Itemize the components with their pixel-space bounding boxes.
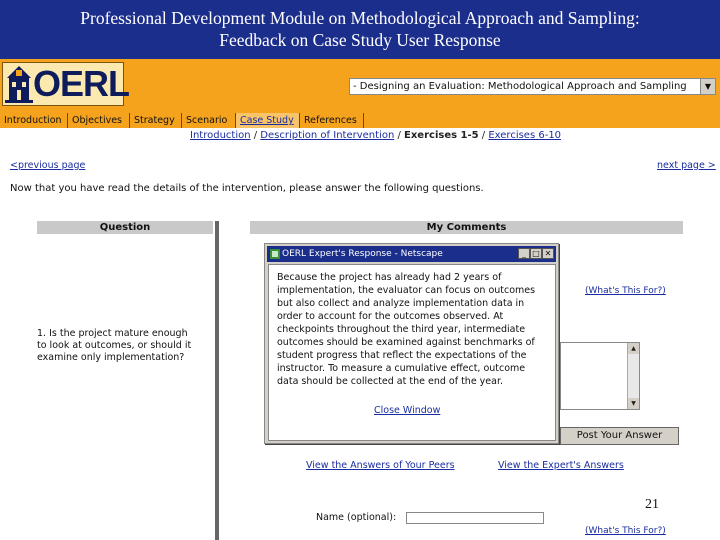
- breadcrumb-separator: /: [478, 130, 489, 141]
- breadcrumb-introduction[interactable]: Introduction: [190, 130, 251, 141]
- netscape-icon: [270, 249, 280, 259]
- window-title-bar[interactable]: OERL Expert's Response - Netscape _ □ ✕: [267, 246, 556, 262]
- question-1-text: 1. Is the project mature enough to look …: [37, 328, 192, 363]
- tab-case-study[interactable]: Case Study: [236, 113, 300, 128]
- comments-scrollbar[interactable]: ▲ ▼: [627, 343, 639, 409]
- breadcrumb-separator: /: [250, 130, 261, 141]
- view-expert-answers-link[interactable]: View the Expert's Answers: [498, 460, 624, 471]
- slide-page-number: 21: [645, 497, 659, 512]
- instruction-text: Now that you have read the details of th…: [10, 183, 484, 194]
- name-label: Name (optional):: [316, 512, 397, 523]
- schoolhouse-icon: [5, 66, 33, 103]
- column-divider: [215, 221, 219, 540]
- logo-text: OERL: [33, 63, 130, 104]
- slide-title-line-1: Professional Development Module on Metho…: [80, 8, 640, 28]
- whats-this-link[interactable]: (What's This For?): [585, 526, 666, 536]
- window-title: OERL Expert's Response - Netscape: [282, 249, 443, 259]
- chevron-down-icon[interactable]: ▼: [700, 79, 715, 94]
- tab-bar: Introduction Objectives Strategy Scenari…: [0, 113, 720, 128]
- scroll-up-icon[interactable]: ▲: [628, 343, 639, 354]
- window-content: Because the project has already had 2 ye…: [268, 264, 556, 441]
- tab-strategy[interactable]: Strategy: [130, 113, 182, 128]
- breadcrumb-separator: /: [394, 130, 405, 141]
- close-icon[interactable]: ✕: [542, 248, 554, 259]
- breadcrumb-description[interactable]: Description of Intervention: [260, 130, 394, 141]
- comments-column-header: My Comments: [250, 221, 683, 234]
- whats-this-link[interactable]: (What's This For?): [585, 286, 666, 296]
- app-banner: OERL - Designing an Evaluation: Methodol…: [0, 59, 720, 113]
- scroll-down-icon[interactable]: ▼: [628, 398, 639, 409]
- oerl-logo[interactable]: OERL: [2, 62, 130, 106]
- maximize-icon[interactable]: □: [530, 248, 542, 259]
- module-select[interactable]: - Designing an Evaluation: Methodologica…: [349, 78, 716, 95]
- expert-response-text: Because the project has already had 2 ye…: [277, 272, 536, 387]
- tab-scenario[interactable]: Scenario: [182, 113, 236, 128]
- tab-introduction[interactable]: Introduction: [0, 113, 68, 128]
- previous-page-link[interactable]: <previous page: [10, 160, 85, 171]
- view-peers-answers-link[interactable]: View the Answers of Your Peers: [306, 460, 455, 471]
- close-window-link[interactable]: Close Window: [374, 405, 440, 416]
- breadcrumb-next-exercises[interactable]: Exercises 6-10: [488, 130, 561, 141]
- breadcrumb-current: Exercises 1-5: [404, 130, 479, 141]
- question-column-header: Question: [37, 221, 213, 234]
- module-select-value: - Designing an Evaluation: Methodologica…: [353, 81, 687, 92]
- breadcrumb: Introduction / Description of Interventi…: [190, 130, 561, 141]
- post-answer-button[interactable]: Post Your Answer: [560, 427, 679, 445]
- expert-response-window: OERL Expert's Response - Netscape _ □ ✕ …: [264, 243, 559, 444]
- comments-textarea[interactable]: ▲ ▼: [560, 342, 640, 410]
- slide-title-line-2: Feedback on Case Study User Response: [219, 30, 501, 50]
- slide-title: Professional Development Module on Metho…: [0, 0, 720, 59]
- minimize-icon[interactable]: _: [518, 248, 530, 259]
- tab-references[interactable]: References: [300, 113, 364, 128]
- tab-objectives[interactable]: Objectives: [68, 113, 130, 128]
- next-page-link[interactable]: next page >: [657, 160, 716, 171]
- name-input[interactable]: [406, 512, 544, 524]
